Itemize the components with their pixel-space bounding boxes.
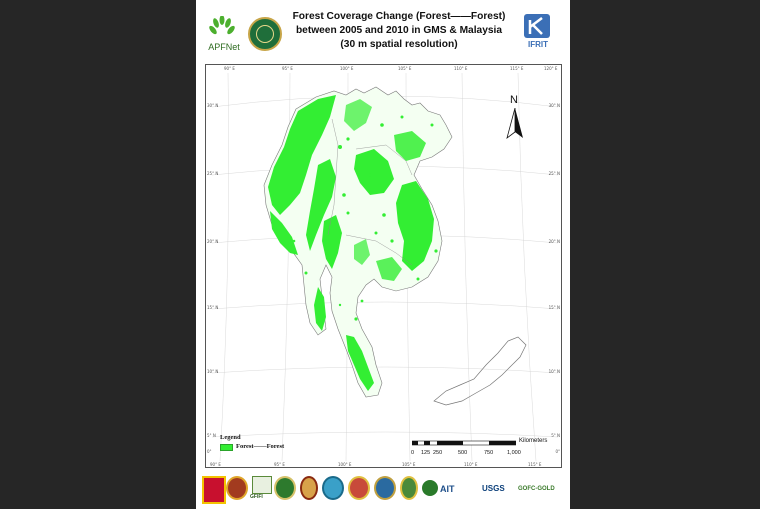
- scale-label-500: 500: [458, 450, 468, 456]
- ifrit-mark-icon: [524, 14, 550, 38]
- top-tick-110: 110° E: [454, 66, 468, 71]
- bottom-tick-100: 100° E: [338, 462, 352, 467]
- left-tick-30: 30° N: [207, 103, 219, 108]
- bottom-tick-90: 90° E: [210, 462, 221, 467]
- left-tick-25: 25° N: [207, 171, 219, 176]
- globe-icon: [322, 476, 344, 500]
- title-line-3: (30 m spatial resolution): [340, 39, 458, 50]
- seal-inner-icon: [256, 25, 274, 43]
- apfnet-leaf-icon: [209, 16, 235, 35]
- apfnet-text: APFNet: [208, 42, 240, 52]
- forestry-seal-logo: [248, 17, 282, 51]
- ait-text: AIT: [440, 484, 455, 494]
- right-tick-20: 20° N: [548, 239, 560, 244]
- scale-bar-graphic: [412, 440, 516, 446]
- bottom-tick-115: 115° E: [528, 462, 542, 467]
- legend-item-label: Forest——Forest: [236, 443, 285, 450]
- legend-title: Legend: [220, 434, 241, 441]
- right-tick-30: 30° N: [548, 103, 560, 108]
- north-arrow: N: [505, 94, 525, 142]
- north-label: N: [510, 94, 518, 106]
- gfifi-text: GFIFI: [250, 494, 263, 500]
- borneo-outline: [433, 336, 527, 406]
- top-tick-90: 90° E: [224, 66, 235, 71]
- ifrit-text: IFRIT: [528, 40, 548, 49]
- seal-icon: [226, 476, 248, 500]
- scale-unit: Kilometers: [519, 438, 548, 444]
- legend-item: Forest——Forest: [220, 443, 310, 452]
- myanmar-seal-icon: [348, 476, 370, 500]
- top-tick-100: 100° E: [340, 66, 354, 71]
- title-line-1: Forest Coverage Change (Forest——Forest): [292, 11, 506, 22]
- top-tick-95: 95° E: [282, 66, 293, 71]
- scale-label-125: 125: [421, 450, 431, 456]
- bottom-tick-95: 95° E: [274, 462, 285, 467]
- right-tick-25: 25° N: [548, 171, 560, 176]
- map-title: Forest Coverage Change (Forest——Forest) …: [290, 10, 508, 52]
- left-tick-20: 20° N: [207, 239, 219, 244]
- right-tick-5: 5° N: [551, 433, 560, 438]
- right-tick-10: 10° N: [548, 369, 560, 374]
- right-tick-15: 15° N: [548, 305, 560, 310]
- ifrit-logo: IFRIT: [518, 14, 558, 54]
- bottom-tick-110: 110° E: [464, 462, 478, 467]
- top-tick-115: 115° E: [510, 66, 524, 71]
- usgs-text: USGS: [482, 484, 505, 493]
- gfifi-icon: [252, 476, 272, 494]
- left-tick-15: 15° N: [207, 305, 219, 310]
- left-tick-5: 5° N: [207, 433, 216, 438]
- scale-label-250: 250: [433, 450, 443, 456]
- top-tick-120: 120° E: [544, 66, 558, 71]
- north-arrow-icon: [506, 108, 523, 140]
- ait-icon: [422, 480, 438, 496]
- scale-label-0: 0: [411, 450, 415, 456]
- vietnam-seal-icon: [374, 476, 396, 500]
- bottom-tick-105: 105° E: [402, 462, 416, 467]
- map-header: APFNet Forest Coverage Change (Forest——F…: [196, 0, 570, 60]
- gofc-gold-text: GOFC-GOLD: [518, 486, 555, 492]
- apfnet-logo: APFNet: [202, 16, 246, 54]
- left-tick-0: 0°: [207, 449, 212, 454]
- umd-icon: [202, 476, 226, 504]
- scale-label-750: 750: [484, 450, 494, 456]
- map-sheet: APFNet Forest Coverage Change (Forest——F…: [196, 0, 570, 509]
- thai-seal-icon: [400, 476, 418, 500]
- top-tick-105: 105° E: [398, 66, 412, 71]
- leaf-seal-icon: [274, 476, 296, 500]
- scale-bar: Kilometers 0 125 250 500 750 1,000: [411, 438, 562, 458]
- legend-swatch: [220, 444, 233, 451]
- left-tick-10: 10° N: [207, 369, 219, 374]
- title-line-2: between 2005 and 2010 in GMS & Malaysia: [295, 25, 503, 36]
- partner-logos: GFIFI AIT USGS GOFC-GOLD: [196, 474, 570, 504]
- map-legend: Legend Forest——Forest: [220, 434, 310, 456]
- scale-label-1000: 1,000: [507, 450, 521, 456]
- tree-seal-icon: [300, 476, 318, 500]
